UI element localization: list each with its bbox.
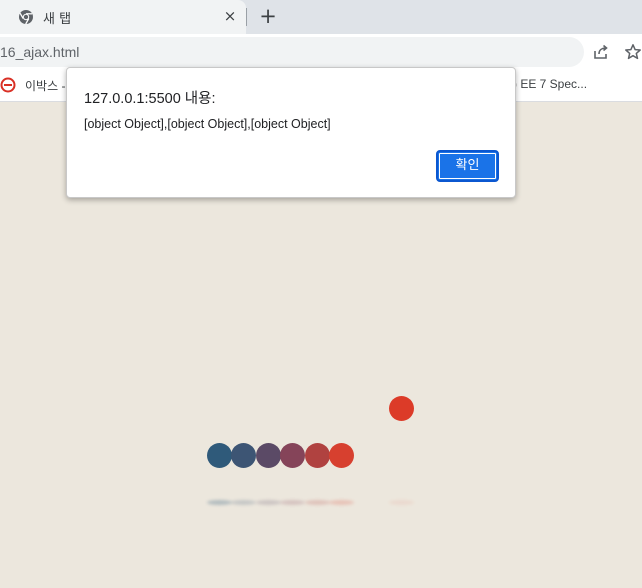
- bookmark-item[interactable]: 이박스 -: [25, 77, 65, 94]
- dot-reflection: [256, 500, 281, 505]
- loading-dot: [256, 443, 281, 468]
- tab-title: 새 탭: [43, 12, 72, 27]
- dot-reflection: [207, 500, 232, 505]
- loading-dot: [231, 443, 256, 468]
- floating-dot-shadow: [389, 500, 414, 505]
- floating-dot: [389, 396, 414, 421]
- loading-dot: [280, 443, 305, 468]
- dot-reflection: [305, 500, 330, 505]
- dialog-message: [object Object],[object Object],[object …: [84, 117, 331, 131]
- loading-dot: [329, 443, 354, 468]
- tab-divider: [246, 8, 247, 26]
- tab-strip: 새 탭 × +: [0, 0, 642, 34]
- dot-reflection: [280, 500, 305, 505]
- bookmark-site-icon: [0, 77, 16, 93]
- bookmark-item[interactable]: ) EE 7 Spec...: [513, 77, 587, 91]
- browser-toolbar: 16_ajax.html: [0, 34, 642, 70]
- loading-dot: [207, 443, 232, 468]
- new-tab-button[interactable]: +: [256, 5, 280, 29]
- star-icon[interactable]: [624, 43, 642, 61]
- url-text: 16_ajax.html: [0, 44, 80, 60]
- chrome-icon: [19, 10, 33, 25]
- dot-reflection: [231, 500, 256, 505]
- close-icon[interactable]: ×: [221, 7, 239, 25]
- tab-new-tab[interactable]: 새 탭 ×: [0, 0, 246, 34]
- share-icon[interactable]: [592, 43, 610, 61]
- address-bar[interactable]: 16_ajax.html: [0, 37, 584, 67]
- ok-button[interactable]: 확인: [436, 150, 499, 182]
- dialog-title: 127.0.0.1:5500 내용:: [84, 91, 216, 107]
- loading-dot: [305, 443, 330, 468]
- alert-dialog: 127.0.0.1:5500 내용: [object Object],[obje…: [66, 67, 516, 198]
- dot-reflection: [329, 500, 354, 505]
